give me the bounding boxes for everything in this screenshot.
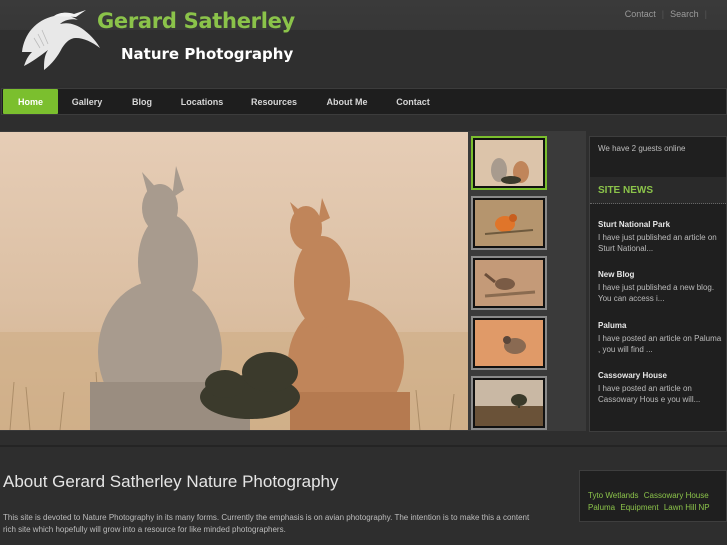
tag-link[interactable]: Tyto Wetlands <box>588 491 639 500</box>
guests-online: We have 2 guests online <box>598 144 686 153</box>
news-desc: I have just published an article on Stur… <box>598 233 717 253</box>
news-title[interactable]: Cassowary House <box>598 371 722 380</box>
news-item[interactable]: New Blog I have just published a new blo… <box>598 270 722 304</box>
news-item[interactable]: Sturt National Park I have just publishe… <box>598 220 722 254</box>
top-links: Contact | Search | <box>624 9 707 19</box>
tag-link[interactable]: Cassowary House <box>644 491 709 500</box>
tag-link[interactable]: Lawn Hill NP <box>664 503 710 512</box>
nav-blog[interactable]: Blog <box>116 89 168 114</box>
about-heading: About Gerard Satherley Nature Photograph… <box>3 472 339 491</box>
site-header: Gerard Satherley Nature Photography Cont… <box>0 0 727 86</box>
nav-gallery[interactable]: Gallery <box>58 89 116 114</box>
news-title[interactable]: Sturt National Park <box>598 220 722 229</box>
tag-cloud: Tyto Wetlands Cassowary House Paluma Equ… <box>579 470 727 522</box>
thumbnail-landscape[interactable] <box>471 376 547 430</box>
top-link-search[interactable]: Search <box>670 9 699 19</box>
section-divider <box>0 445 727 447</box>
news-item[interactable]: Cassowary House I have posted an article… <box>598 371 722 405</box>
thumbnail-kangaroos[interactable] <box>471 136 547 190</box>
news-item[interactable]: Paluma I have posted an article on Palum… <box>598 321 722 355</box>
nav-about-me[interactable]: About Me <box>312 89 382 114</box>
nav-resources[interactable]: Resources <box>236 89 312 114</box>
sidebar: We have 2 guests online SITE NEWS Sturt … <box>589 136 727 432</box>
top-link-contact[interactable]: Contact <box>625 9 656 19</box>
nav-contact[interactable]: Contact <box>382 89 444 114</box>
nav-home[interactable]: Home <box>3 89 58 114</box>
featured-photo[interactable] <box>0 132 468 430</box>
news-title[interactable]: New Blog <box>598 270 722 279</box>
site-news-header: SITE NEWS <box>590 177 726 204</box>
news-title[interactable]: Paluma <box>598 321 722 330</box>
news-desc: I have posted an article on Paluma , you… <box>598 334 722 354</box>
main-navigation: Home Gallery Blog Locations Resources Ab… <box>1 88 727 115</box>
tag-link[interactable]: Equipment <box>620 503 658 512</box>
about-text: This site is devoted to Nature Photograp… <box>3 513 530 534</box>
tag-link[interactable]: Paluma <box>588 503 615 512</box>
thumbnail-quail[interactable] <box>471 316 547 370</box>
news-desc: I have posted an article on Cassowary Ho… <box>598 384 701 404</box>
news-desc: I have just published a new blog. You ca… <box>598 283 715 303</box>
header-band <box>0 30 727 86</box>
site-news-heading: SITE NEWS <box>598 185 654 196</box>
site-subtitle: Nature Photography <box>121 45 294 63</box>
tag-links: Tyto Wetlands Cassowary House Paluma Equ… <box>588 490 722 514</box>
site-title[interactable]: Gerard Satherley <box>97 9 295 33</box>
egret-logo-icon[interactable] <box>14 8 104 74</box>
thumbnail-wren[interactable] <box>471 256 547 310</box>
thumbnail-orange-chat[interactable] <box>471 196 547 250</box>
nav-locations[interactable]: Locations <box>168 89 236 114</box>
